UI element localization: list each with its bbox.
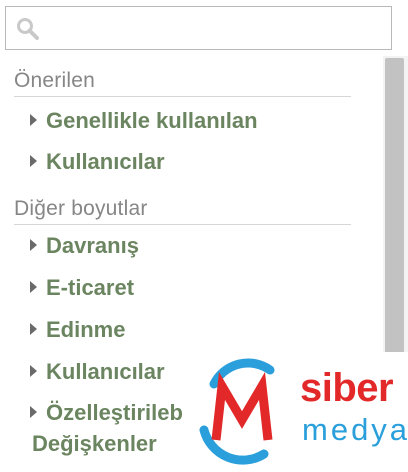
list-item-label: E-ticaret (46, 275, 135, 300)
list-item-label: Edinme (46, 317, 126, 342)
section-heading-other-dimensions: Diğer boyutlar (14, 194, 351, 225)
list-item-label: Davranış (46, 233, 139, 258)
search-box[interactable] (5, 6, 392, 50)
triangle-right-icon (30, 281, 37, 293)
triangle-right-icon (30, 239, 37, 251)
list-item-label: Özelleştirileb (46, 400, 183, 425)
watermark-logo: siber medya (198, 352, 408, 472)
triangle-right-icon (30, 323, 37, 335)
logo-text-siber: siber (300, 366, 394, 410)
logo-text-medya: medya (302, 412, 408, 447)
search-icon (17, 18, 39, 40)
triangle-right-icon (30, 155, 37, 167)
logo-mark-icon (199, 358, 275, 465)
list-item-label: Kullanıcılar (46, 359, 165, 384)
triangle-right-icon (30, 406, 37, 418)
list-item-label-wrapped[interactable]: Değişkenler (32, 429, 157, 459)
list-item-label: Kullanıcılar (46, 149, 165, 174)
triangle-right-icon (30, 114, 37, 126)
list-item-label: Genellikle kullanılan (46, 108, 258, 133)
search-input[interactable] (48, 13, 382, 45)
section-heading-recommended: Önerilen (14, 66, 351, 97)
triangle-right-icon (30, 365, 37, 377)
